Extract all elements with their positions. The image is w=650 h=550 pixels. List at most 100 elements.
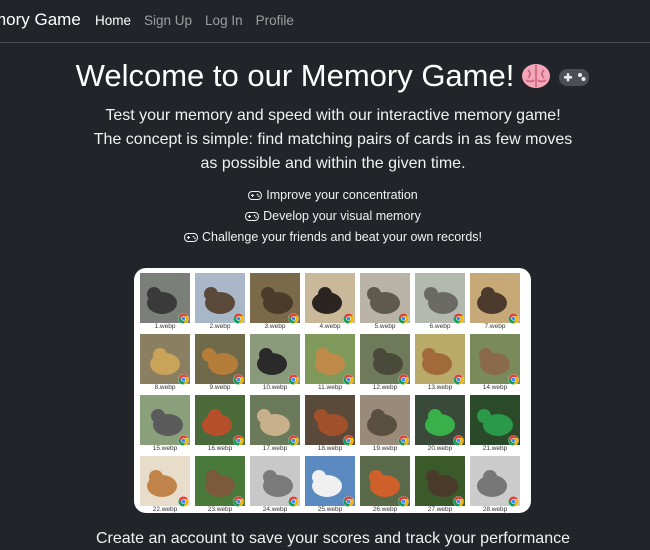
chrome-icon bbox=[178, 494, 189, 507]
chrome-icon bbox=[288, 311, 299, 324]
file-name: 6.webp bbox=[429, 323, 451, 330]
file-item[interactable]: 26.webp bbox=[360, 456, 410, 515]
chrome-icon bbox=[233, 494, 244, 507]
chrome-icon bbox=[398, 494, 409, 507]
file-name: 7.webp bbox=[484, 323, 506, 330]
chrome-icon bbox=[178, 311, 189, 324]
page-title-text: Welcome to our Memory Game! bbox=[75, 58, 515, 93]
feature-text: Improve your concentration bbox=[266, 188, 418, 202]
file-item[interactable]: 6.webp bbox=[415, 273, 465, 332]
file-item[interactable]: 4.webp bbox=[305, 273, 355, 332]
file-item[interactable]: 5.webp bbox=[360, 273, 410, 332]
page-title: Welcome to our Memory Game! bbox=[0, 58, 650, 98]
chrome-icon bbox=[398, 311, 409, 324]
file-name: 23.webp bbox=[207, 506, 233, 513]
file-name: 12.webp bbox=[372, 384, 398, 391]
chrome-icon bbox=[453, 372, 464, 385]
chrome-icon bbox=[343, 433, 354, 446]
file-item[interactable]: 10.webp bbox=[250, 334, 300, 393]
navbar: mory Game Home Sign Up Log In Profile bbox=[0, 0, 650, 43]
file-item[interactable]: 19.webp bbox=[360, 395, 410, 454]
brand-link[interactable]: mory Game bbox=[0, 10, 81, 30]
nav-login-link[interactable]: Log In bbox=[205, 13, 243, 28]
chrome-icon bbox=[288, 433, 299, 446]
file-name: 19.webp bbox=[372, 445, 398, 452]
chrome-icon bbox=[343, 311, 354, 324]
file-name: 26.webp bbox=[372, 506, 398, 513]
file-item[interactable]: 15.webp bbox=[140, 395, 190, 454]
file-name: 22.webp bbox=[152, 506, 178, 513]
chrome-icon bbox=[453, 311, 464, 324]
file-item[interactable]: 27.webp bbox=[415, 456, 465, 515]
chrome-icon bbox=[508, 494, 519, 507]
gamepad-icon bbox=[184, 230, 198, 249]
signup-prompt: Create an account to save your scores an… bbox=[95, 530, 570, 547]
file-item[interactable]: 17.webp bbox=[250, 395, 300, 454]
file-name: 21.webp bbox=[482, 445, 508, 452]
file-item[interactable]: 14.webp bbox=[470, 334, 520, 393]
file-item[interactable]: 28.webp bbox=[470, 456, 520, 515]
file-item[interactable]: 12.webp bbox=[360, 334, 410, 393]
file-name: 1.webp bbox=[154, 323, 176, 330]
file-item[interactable]: 8.webp bbox=[140, 334, 190, 393]
file-name: 14.webp bbox=[482, 384, 508, 391]
chrome-icon bbox=[453, 494, 464, 507]
feature-item: Improve your concentration bbox=[0, 186, 650, 207]
file-item[interactable]: 18.webp bbox=[305, 395, 355, 454]
chrome-icon bbox=[288, 494, 299, 507]
file-item[interactable]: 24.webp bbox=[250, 456, 300, 515]
chrome-icon bbox=[288, 372, 299, 385]
file-name: 4.webp bbox=[319, 323, 341, 330]
file-item[interactable]: 9.webp bbox=[195, 334, 245, 393]
chrome-icon bbox=[343, 494, 354, 507]
file-item[interactable]: 11.webp bbox=[305, 334, 355, 393]
file-item[interactable]: 7.webp bbox=[470, 273, 520, 332]
file-item[interactable]: 23.webp bbox=[195, 456, 245, 515]
feature-text: Challenge your friends and beat your own… bbox=[201, 230, 483, 244]
chrome-icon bbox=[178, 433, 189, 446]
gamepad-icon bbox=[558, 62, 590, 98]
file-item[interactable]: 16.webp bbox=[195, 395, 245, 454]
file-item[interactable]: 22.webp bbox=[140, 456, 190, 515]
file-grid: 1.webp 2.webp 3.webp 4.webp 5.webp 6.webp 7.we… bbox=[140, 273, 520, 515]
nav-profile-link[interactable]: Profile bbox=[256, 13, 294, 28]
nav-home-link[interactable]: Home bbox=[95, 13, 131, 28]
file-name: 2.webp bbox=[209, 323, 231, 330]
card-gallery: 1.webp 2.webp 3.webp 4.webp 5.webp 6.webp 7.we… bbox=[134, 268, 531, 513]
chrome-icon bbox=[508, 372, 519, 385]
file-item[interactable]: 2.webp bbox=[195, 273, 245, 332]
file-item[interactable]: 25.webp bbox=[305, 456, 355, 515]
chrome-icon bbox=[508, 433, 519, 446]
chrome-icon bbox=[398, 372, 409, 385]
file-name: 20.webp bbox=[427, 445, 453, 452]
feature-text: Develop your visual memory bbox=[263, 209, 421, 223]
file-name: 25.webp bbox=[317, 506, 343, 513]
file-name: 18.webp bbox=[317, 445, 343, 452]
file-item[interactable]: 1.webp bbox=[140, 273, 190, 332]
file-name: 5.webp bbox=[374, 323, 396, 330]
file-item[interactable]: 13.webp bbox=[415, 334, 465, 393]
chrome-icon bbox=[233, 311, 244, 324]
nav-links: Home Sign Up Log In Profile bbox=[95, 13, 294, 28]
feature-item: Challenge your friends and beat your own… bbox=[0, 228, 650, 249]
gamepad-icon bbox=[245, 209, 260, 228]
feature-item: Develop your visual memory bbox=[0, 207, 650, 228]
file-name: 28.webp bbox=[482, 506, 508, 513]
chrome-icon bbox=[343, 372, 354, 385]
chrome-icon bbox=[453, 433, 464, 446]
chrome-icon bbox=[508, 311, 519, 324]
file-name: 15.webp bbox=[152, 445, 178, 452]
file-name: 16.webp bbox=[207, 445, 233, 452]
chrome-icon bbox=[233, 433, 244, 446]
chrome-icon bbox=[233, 372, 244, 385]
file-name: 24.webp bbox=[262, 506, 288, 513]
file-name: 13.webp bbox=[427, 384, 453, 391]
chrome-icon bbox=[178, 372, 189, 385]
nav-signup-link[interactable]: Sign Up bbox=[144, 13, 192, 28]
file-item[interactable]: 21.webp bbox=[470, 395, 520, 454]
gamepad-icon bbox=[248, 188, 263, 207]
file-item[interactable]: 3.webp bbox=[250, 273, 300, 332]
file-item[interactable]: 20.webp bbox=[415, 395, 465, 454]
chrome-icon bbox=[398, 433, 409, 446]
file-name: 3.webp bbox=[264, 323, 286, 330]
